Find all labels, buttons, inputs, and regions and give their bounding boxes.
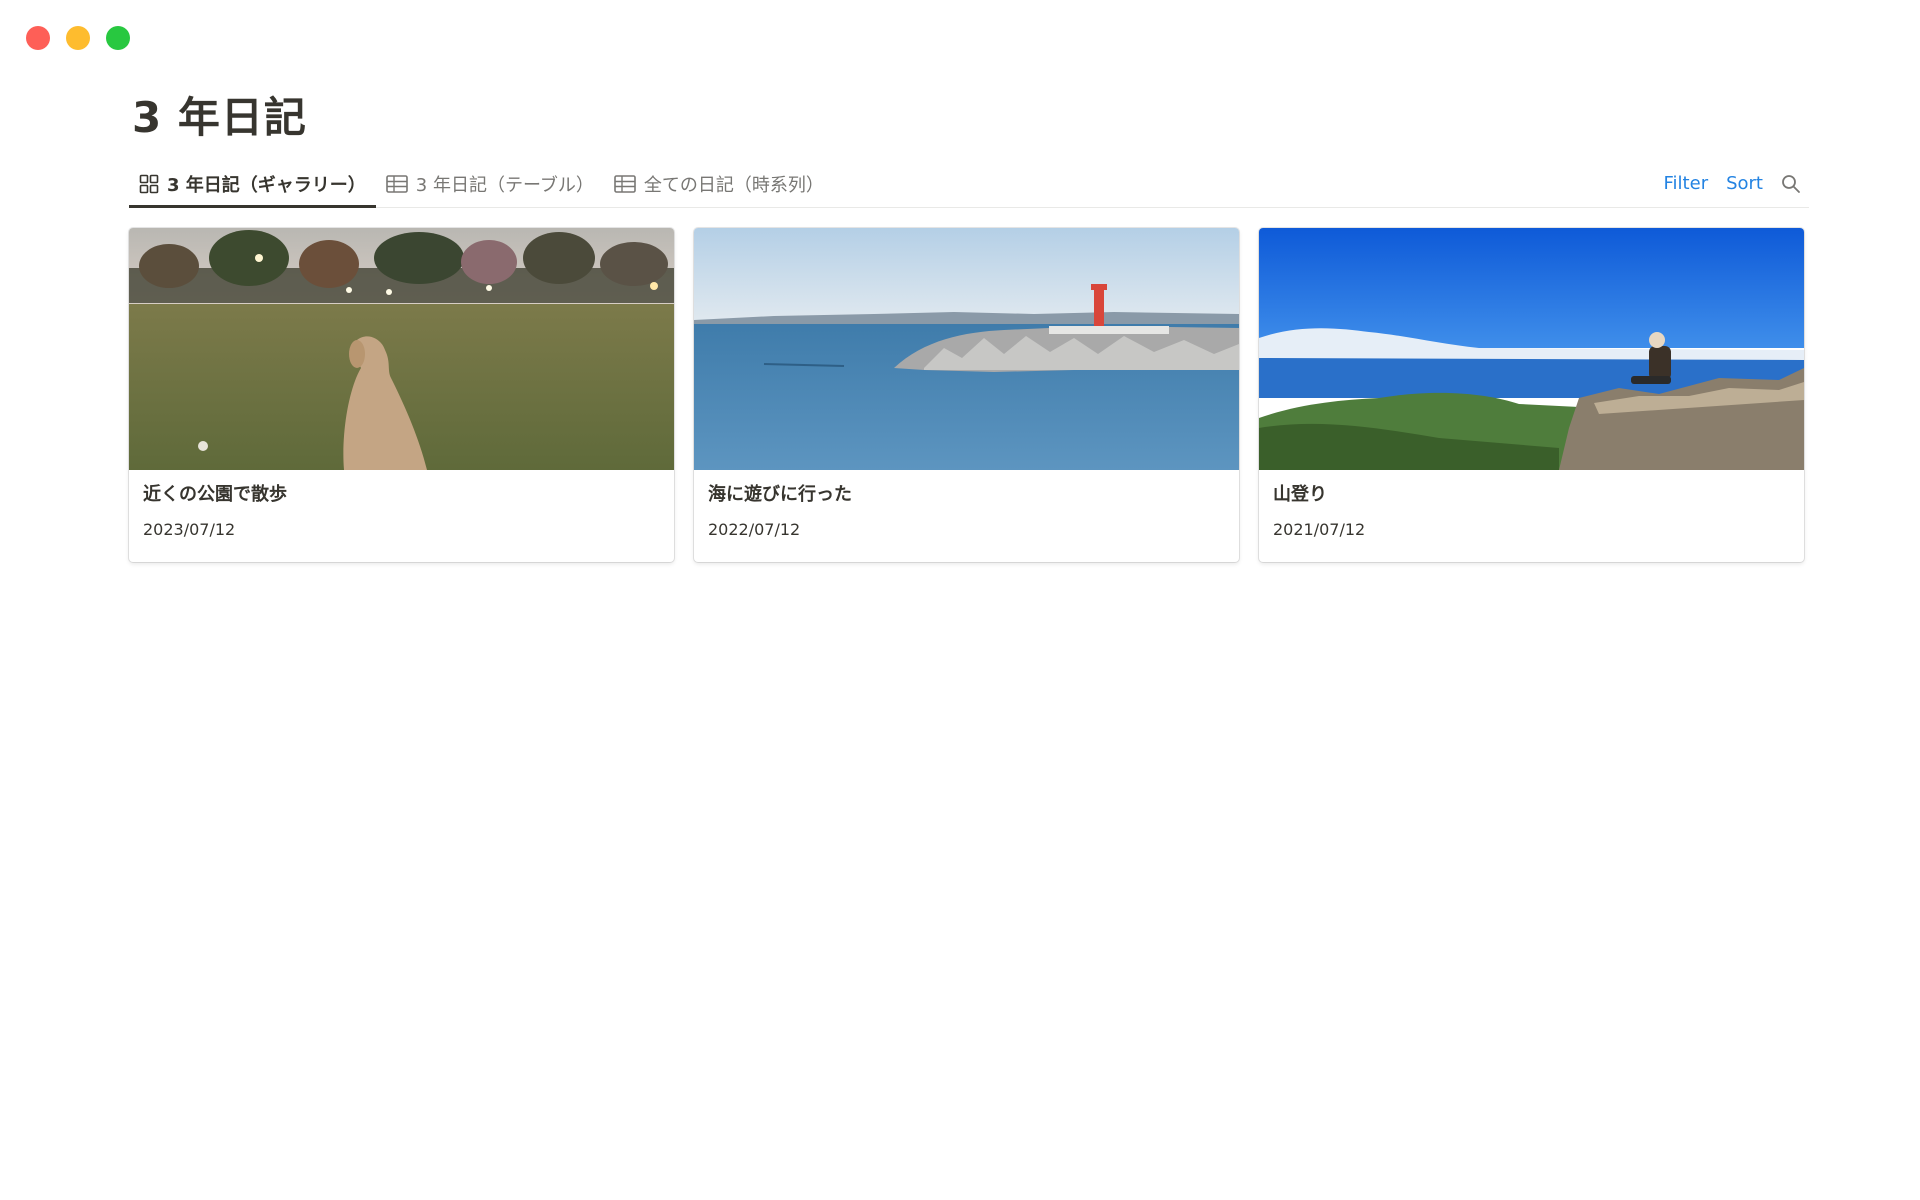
tab-table-view[interactable]: 3 年日記（テーブル） xyxy=(376,160,604,207)
gallery-card[interactable]: 海に遊びに行った 2022/07/12 xyxy=(694,228,1239,562)
park-photo xyxy=(129,228,674,470)
card-body: 海に遊びに行った 2022/07/12 xyxy=(694,470,1239,540)
view-actions: Filter Sort xyxy=(1664,160,1801,207)
card-body: 山登り 2021/07/12 xyxy=(1259,470,1804,540)
gallery-card[interactable]: 近くの公園で散歩 2023/07/12 xyxy=(129,228,674,562)
tab-timeline-view[interactable]: 全ての日記（時系列） xyxy=(604,160,834,207)
card-date: 2023/07/12 xyxy=(143,520,236,539)
card-date: 2021/07/12 xyxy=(1273,520,1366,539)
mountain-photo xyxy=(1259,228,1804,470)
gallery-card[interactable]: 山登り 2021/07/12 xyxy=(1259,228,1804,562)
tab-gallery-view[interactable]: 3 年日記（ギャラリー） xyxy=(129,160,376,208)
card-body: 近くの公園で散歩 2023/07/12 xyxy=(129,470,674,540)
card-title: 近くの公園で散歩 xyxy=(143,484,287,505)
page-title: 3 年日記 xyxy=(132,93,307,142)
gallery: 近くの公園で散歩 2023/07/12 海に遊びに行った 2022/07/12 … xyxy=(129,228,1804,562)
sort-button[interactable]: Sort xyxy=(1726,173,1763,194)
view-bar: 3 年日記（ギャラリー） 3 年日記（テーブル） 全ての日記（時系列） Filt… xyxy=(129,160,1809,208)
tab-label: 3 年日記（ギャラリー） xyxy=(167,174,366,196)
sea-photo xyxy=(694,228,1239,470)
card-title: 海に遊びに行った xyxy=(708,484,852,505)
tab-label: 全ての日記（時系列） xyxy=(643,174,824,196)
window-controls xyxy=(26,26,130,50)
card-title: 山登り xyxy=(1273,484,1327,505)
tab-label: 3 年日記（テーブル） xyxy=(415,174,594,196)
table-icon xyxy=(385,174,408,193)
maximize-window-button[interactable] xyxy=(106,26,130,50)
search-icon[interactable] xyxy=(1781,174,1801,194)
close-window-button[interactable] xyxy=(26,26,50,50)
filter-button[interactable]: Filter xyxy=(1664,173,1709,194)
card-date: 2022/07/12 xyxy=(708,520,801,539)
app-window: 3 年日記 3 年日記（ギャラリー） 3 年日記（テーブル） 全ての日記（時系列… xyxy=(0,0,1920,1200)
minimize-window-button[interactable] xyxy=(66,26,90,50)
table-icon xyxy=(614,174,636,193)
gallery-icon xyxy=(139,174,159,193)
view-tabs: 3 年日記（ギャラリー） 3 年日記（テーブル） 全ての日記（時系列） xyxy=(129,160,834,208)
